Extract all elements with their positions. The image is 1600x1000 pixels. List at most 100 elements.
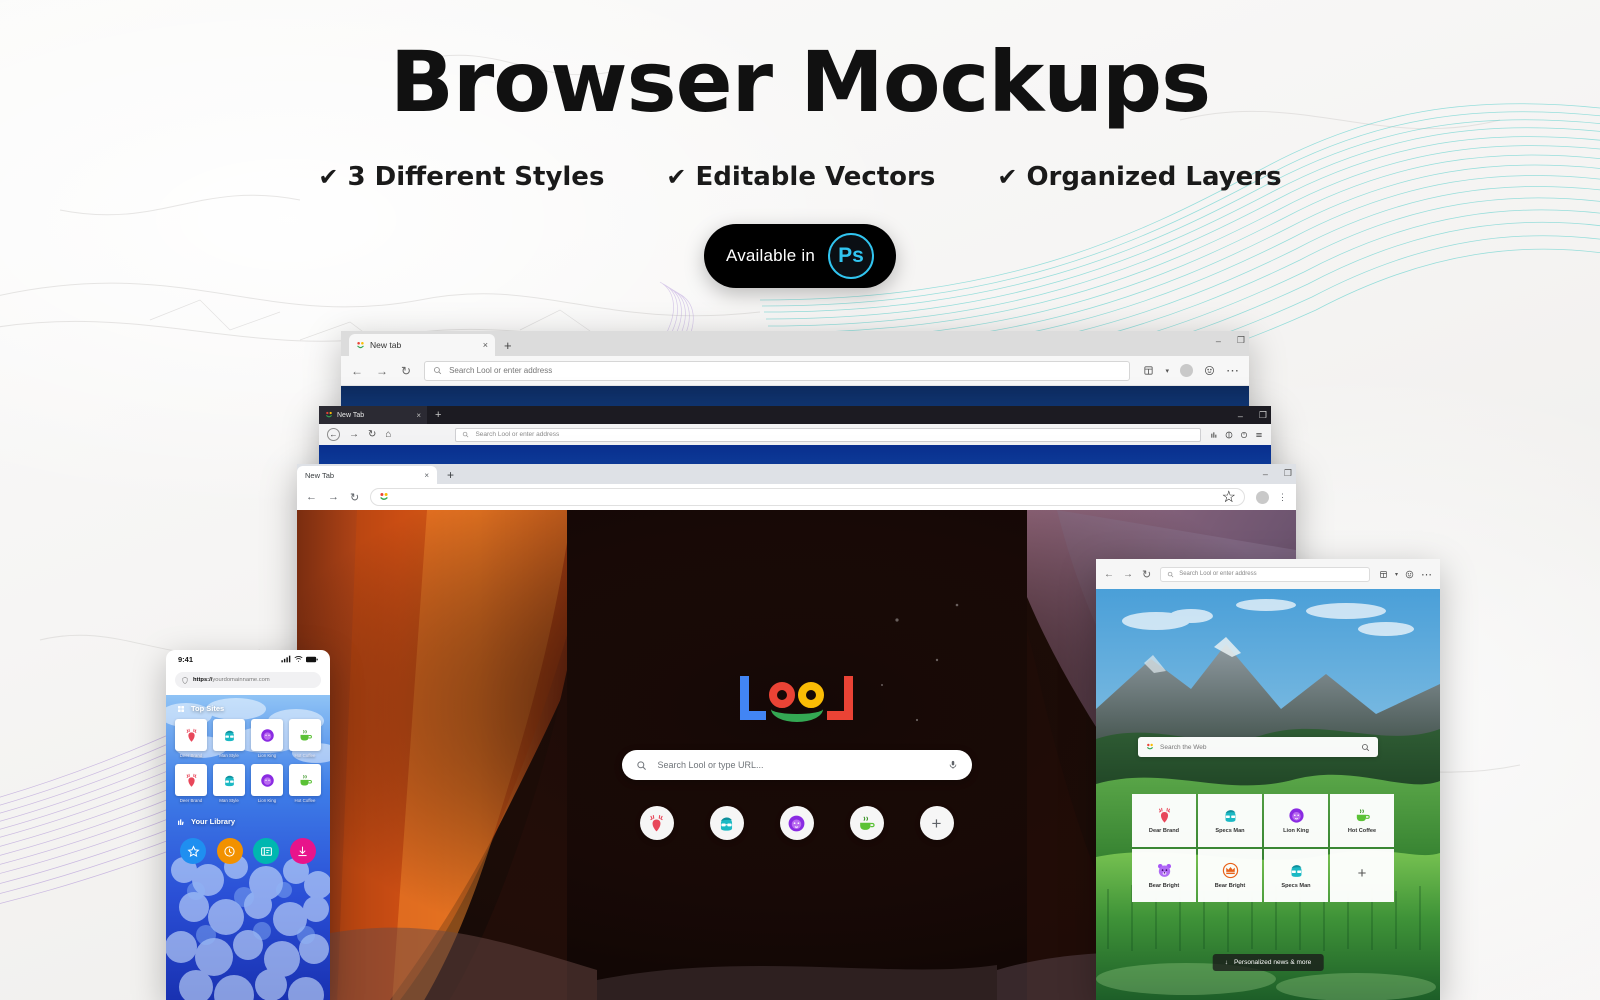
crown-icon (1222, 862, 1238, 879)
tile-specs-man[interactable]: Specs Man (1198, 794, 1262, 847)
minimize-button[interactable]: – (1263, 469, 1268, 479)
personalized-news-pill[interactable]: ↓ Personalized news & more (1212, 954, 1324, 971)
library-favorites-button[interactable] (180, 838, 207, 864)
more-icon[interactable]: ⋯ (1226, 363, 1239, 379)
forward-button[interactable]: → (328, 491, 339, 503)
forward-button[interactable]: → (1123, 569, 1133, 580)
feature-list: ✔ 3 Different Styles ✔ Editable Vectors … (0, 162, 1600, 192)
mobile-tile-hot-coffee-2[interactable]: Hot Coffee (289, 764, 321, 803)
tile-thumb (213, 764, 245, 796)
library-downloads-button[interactable] (289, 838, 316, 864)
forward-button[interactable]: → (349, 429, 359, 440)
check-icon: ✔ (997, 163, 1018, 191)
close-icon[interactable]: × (483, 340, 488, 350)
home-button[interactable]: ⌂ (385, 429, 391, 440)
forward-button[interactable]: → (376, 364, 388, 378)
lool-favicon-icon (380, 493, 388, 500)
address-bar[interactable]: Search Lool or enter address (455, 427, 1201, 442)
collections-icon[interactable] (1143, 365, 1154, 376)
mobile-tile-lion-king-2[interactable]: Lion King (251, 764, 283, 803)
library-reading-list-button[interactable] (253, 838, 280, 864)
avatar[interactable] (1180, 364, 1193, 377)
account-icon[interactable] (1225, 431, 1233, 439)
tile-hot-coffee[interactable]: Hot Coffee (1330, 794, 1394, 847)
chevron-down-icon[interactable]: ▾ (1165, 367, 1169, 375)
tile-specs-man-2[interactable]: Specs Man (1264, 849, 1328, 902)
tile-dear-brand[interactable]: Dear Brand (1132, 794, 1196, 847)
edge-tab[interactable]: New tab × (349, 334, 495, 356)
microphone-icon[interactable] (948, 760, 958, 770)
news-pill-label: Personalized news & more (1233, 959, 1312, 966)
tile-bear-bright[interactable]: Bear Bright (1132, 849, 1196, 902)
more-icon[interactable]: ⋯ (1421, 568, 1432, 581)
mobile-tile-hot-coffee[interactable]: Hot Coffee (289, 719, 321, 758)
library-icon[interactable] (1210, 431, 1218, 439)
firefox-tabstrip: New Tab × + – ❐ (319, 406, 1271, 424)
logo-letter-l2 (827, 676, 853, 720)
reload-button[interactable]: ↻ (350, 491, 359, 504)
firefox-tab[interactable]: New Tab × (319, 406, 427, 424)
minimize-button[interactable]: – (1216, 336, 1221, 346)
back-button[interactable]: ← (306, 491, 317, 503)
shortcut-specs-man[interactable] (709, 806, 744, 840)
tile-lion-king[interactable]: Lion King (1264, 794, 1328, 847)
tile-label: Bear Bright (1148, 883, 1180, 889)
shortcut-add[interactable]: + (919, 806, 954, 840)
maximize-button[interactable]: ❐ (1284, 468, 1292, 479)
shortcut-lion-king[interactable] (779, 806, 814, 840)
coffee-icon (300, 729, 312, 740)
mobile-tile-deer-brand-2[interactable]: Deer Brand (175, 764, 207, 803)
tile-thumb (213, 719, 245, 751)
shortcut-hot-coffee[interactable] (849, 806, 884, 840)
menu-icon[interactable] (1255, 431, 1263, 439)
firefox-tab-title: New Tab (337, 411, 365, 419)
maximize-button[interactable]: ❐ (1237, 335, 1245, 346)
avatar[interactable] (1256, 490, 1269, 504)
reload-button[interactable]: ↻ (1142, 568, 1151, 581)
bookmark-star-icon[interactable]: ☆ (1222, 487, 1236, 507)
page-search-box[interactable]: Search Lool or type URL... (621, 750, 972, 780)
mobile-tile-lion-king[interactable]: Lion King (251, 719, 283, 758)
mobile-url-bar[interactable]: https://yourdomainname.com (175, 672, 321, 688)
address-bar[interactable]: ☆ (370, 488, 1245, 506)
chrome-tab[interactable]: New Tab × (297, 466, 437, 484)
address-bar[interactable]: Search Lool or enter address (424, 360, 1131, 381)
shortcut-deer-brand[interactable] (639, 806, 674, 840)
back-button[interactable]: ← (327, 428, 340, 441)
mobile-tile-man-style-2[interactable]: Man Style (213, 764, 245, 803)
tile-label: Bear Bright (1214, 883, 1246, 889)
smiley-icon[interactable] (1204, 365, 1215, 376)
mobile-tile-deer-brand[interactable]: Deer Brand (175, 719, 207, 758)
download-arrow-icon: ↓ (1224, 959, 1228, 966)
page-search-box[interactable]: Search the Web (1138, 737, 1378, 757)
tile-bear-bright-crown[interactable]: Bear Bright (1198, 849, 1262, 902)
specs-man-icon (1291, 865, 1301, 877)
maximize-button[interactable]: ❐ (1259, 410, 1267, 421)
deer-icon (1158, 807, 1170, 823)
close-icon[interactable]: × (424, 471, 429, 480)
smiley-icon[interactable] (1405, 570, 1414, 579)
extensions-icon[interactable] (1240, 431, 1248, 439)
reload-button[interactable]: ↻ (368, 429, 376, 440)
available-in-photoshop-badge: Available in Ps (704, 224, 896, 288)
back-button[interactable]: ← (351, 364, 363, 378)
new-tab-button[interactable]: + (435, 409, 441, 421)
search-icon[interactable] (1361, 743, 1370, 752)
reload-button[interactable]: ↻ (401, 364, 411, 378)
collections-icon[interactable] (1379, 570, 1388, 579)
minimize-button[interactable]: – (1238, 411, 1243, 421)
close-icon[interactable]: × (416, 411, 421, 420)
address-bar[interactable]: Search Lool or enter address (1160, 566, 1370, 582)
library-history-button[interactable] (216, 838, 243, 864)
tile-add-shortcut[interactable]: + (1330, 849, 1394, 902)
plus-icon: + (1357, 865, 1367, 882)
mobile-tile-man-style[interactable]: Man Style (213, 719, 245, 758)
new-tab-button[interactable]: + (447, 468, 454, 482)
mobile-url-bar-wrap: https://yourdomainname.com (166, 668, 330, 695)
right-toolbar-right: ▾ ⋯ (1379, 568, 1432, 581)
new-tab-button[interactable]: + (504, 338, 512, 353)
chevron-down-icon[interactable]: ▾ (1395, 571, 1398, 578)
back-button[interactable]: ← (1104, 569, 1114, 580)
more-icon[interactable]: ⋮ (1278, 492, 1287, 503)
lion-icon (788, 815, 805, 831)
